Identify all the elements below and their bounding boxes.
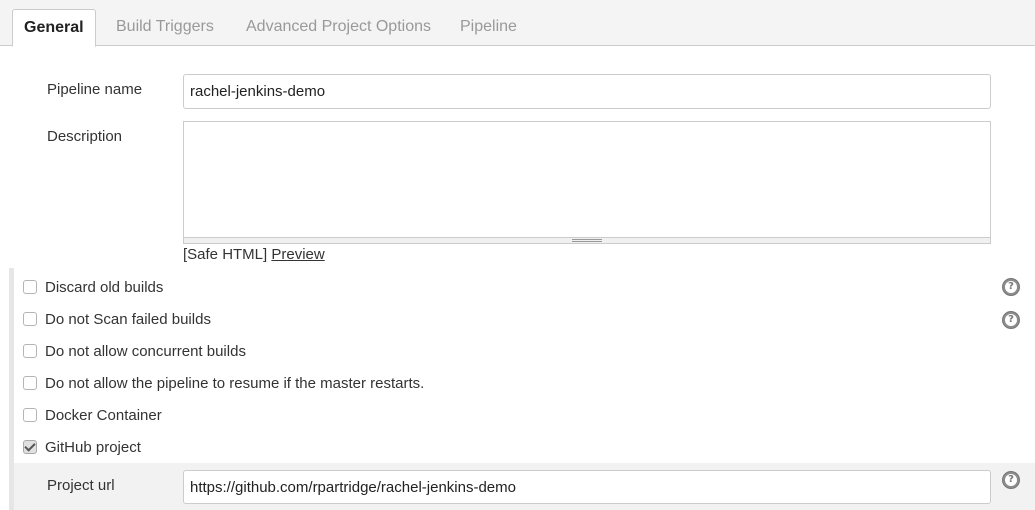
option-label: Docker Container: [45, 406, 162, 424]
help-icon[interactable]: ?: [1002, 278, 1020, 296]
safe-html-line: [Safe HTML] Preview: [183, 246, 325, 263]
option-do-not-allow-concurrent-builds[interactable]: Do not allow concurrent builds: [23, 341, 246, 361]
description-textarea[interactable]: [183, 121, 991, 238]
checkbox-checked-icon[interactable]: [23, 440, 37, 454]
option-label: Discard old builds: [45, 278, 164, 296]
option-discard-old-builds[interactable]: Discard old builds: [23, 277, 163, 297]
grip-icon: [572, 239, 602, 242]
help-icon[interactable]: ?: [1002, 311, 1020, 329]
description-label: Description: [47, 128, 123, 145]
pipeline-name-input[interactable]: [183, 74, 991, 109]
project-url-input[interactable]: [183, 470, 991, 504]
option-docker-container[interactable]: Docker Container: [23, 405, 162, 425]
checkbox-icon[interactable]: [23, 344, 37, 358]
option-label: Do not Scan failed builds: [45, 310, 211, 328]
option-do-not-scan-failed-builds[interactable]: Do not Scan failed builds: [23, 309, 211, 329]
option-github-project[interactable]: GitHub project: [23, 437, 141, 457]
checkbox-icon[interactable]: [23, 280, 37, 294]
option-label: GitHub project: [45, 438, 141, 456]
checkbox-icon[interactable]: [23, 376, 37, 390]
safe-html-text: [Safe HTML]: [183, 246, 268, 263]
checkbox-icon[interactable]: [23, 312, 37, 326]
project-url-label: Project url: [47, 477, 115, 494]
textarea-resize-handle[interactable]: [183, 237, 991, 244]
checkbox-icon[interactable]: [23, 408, 37, 422]
pipeline-name-label: Pipeline name: [47, 81, 143, 98]
option-do-not-allow-resume[interactable]: Do not allow the pipeline to resume if t…: [23, 373, 424, 393]
tab-bar: General Build Triggers Advanced Project …: [0, 0, 1035, 47]
preview-link[interactable]: Preview: [271, 246, 324, 263]
tab-advanced-project-options[interactable]: Advanced Project Options: [246, 9, 431, 46]
tab-pipeline[interactable]: Pipeline: [460, 9, 517, 46]
tab-build-triggers[interactable]: Build Triggers: [116, 9, 214, 46]
help-icon[interactable]: ?: [1002, 471, 1020, 489]
option-label: Do not allow concurrent builds: [45, 342, 246, 360]
tab-general[interactable]: General: [12, 9, 96, 47]
option-label: Do not allow the pipeline to resume if t…: [45, 374, 425, 392]
